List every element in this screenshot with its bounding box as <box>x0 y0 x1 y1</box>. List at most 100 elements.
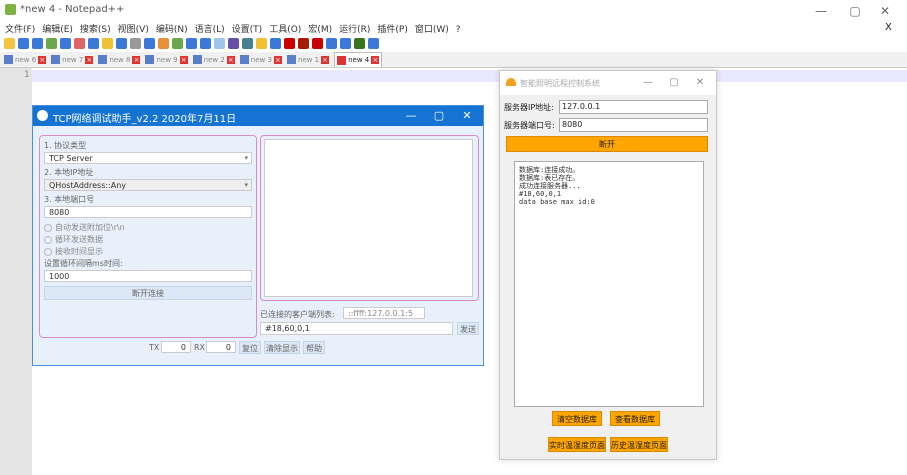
menu-item[interactable]: 运行(R) <box>339 25 370 35</box>
help-button[interactable]: 帮助 <box>303 341 325 354</box>
tab-new-3[interactable]: new 3 × <box>239 52 282 67</box>
toolbar-icon[interactable] <box>298 38 309 49</box>
minimize-button[interactable]: — <box>806 0 836 22</box>
tab-close-icon[interactable]: × <box>179 55 188 64</box>
local-ip-select[interactable]: QHostAddress::Any <box>44 179 252 191</box>
toolbar-icon[interactable] <box>32 38 43 49</box>
tab-new-8[interactable]: new 8 × <box>98 52 141 67</box>
menu-item[interactable]: 窗口(W) <box>415 25 449 35</box>
toolbar-icon[interactable] <box>60 38 71 49</box>
menu-item[interactable]: 编码(N) <box>156 25 188 35</box>
tcp-app-icon <box>37 110 48 121</box>
loop-send-checkbox[interactable]: 循环发送数据 <box>44 234 103 245</box>
toolbar-icon[interactable] <box>172 38 183 49</box>
tab-new-6[interactable]: new 6 × <box>4 52 47 67</box>
menu-item[interactable]: 语言(L) <box>195 25 225 35</box>
send-button[interactable]: 发送 <box>457 322 479 335</box>
menu-item[interactable]: 搜索(S) <box>80 25 111 35</box>
toolbar-icon[interactable] <box>270 38 281 49</box>
tx-counter: 0 <box>161 341 191 353</box>
menu-item[interactable]: 视图(V) <box>118 25 149 35</box>
server-port-input[interactable]: 8080 <box>559 118 708 132</box>
window-title: *new 4 - Notepad++ <box>20 4 125 15</box>
clear-database-button[interactable]: 清空数据库 <box>552 411 602 426</box>
toolbar-icon[interactable] <box>74 38 85 49</box>
disconnect-button[interactable]: 断开连接 <box>44 286 252 300</box>
menu-item[interactable]: 编辑(E) <box>42 25 73 35</box>
toolbar-icon[interactable] <box>102 38 113 49</box>
toolbar-icon[interactable] <box>284 38 295 49</box>
rc-disconnect-button[interactable]: 断开 <box>506 136 708 152</box>
rc-log-box[interactable]: 数据库:连接成功。 数据库:表已存在。 成功连接服务器... #18,60,0,1 da… <box>514 161 704 407</box>
protocol-select[interactable]: TCP Server <box>44 152 252 164</box>
rc-maximize-button[interactable]: ▢ <box>660 71 688 95</box>
tab-close-icon[interactable]: × <box>273 55 282 64</box>
server-ip-input[interactable]: 127.0.0.1 <box>559 100 708 114</box>
menu-item[interactable]: 宏(M) <box>308 25 332 35</box>
tab-close-icon[interactable]: × <box>132 55 141 64</box>
toolbar-icon[interactable] <box>130 38 141 49</box>
toolbar-icon[interactable] <box>312 38 323 49</box>
toolbar-icon[interactable] <box>4 38 15 49</box>
tab-new-4[interactable]: new 4 × <box>334 52 383 67</box>
toolbar-icon[interactable] <box>186 38 197 49</box>
realtime-page-button[interactable]: 实时温湿度页面 <box>548 437 606 452</box>
toolbar-icon[interactable] <box>18 38 29 49</box>
tab-close-icon[interactable]: × <box>321 55 330 64</box>
tab-close-icon[interactable]: × <box>38 55 47 64</box>
local-port-input[interactable]: 8080 <box>44 206 252 218</box>
toolbar-icon[interactable] <box>368 38 379 49</box>
receive-textarea[interactable] <box>264 139 473 297</box>
menu-item[interactable]: ? <box>456 25 461 35</box>
toolbar-icon[interactable] <box>256 38 267 49</box>
rc-minimize-button[interactable]: — <box>634 71 662 95</box>
file-icon <box>51 55 61 64</box>
toolbar-icon[interactable] <box>46 38 57 49</box>
tab-close-icon[interactable]: × <box>85 55 94 64</box>
notepad-app-icon <box>5 4 16 15</box>
toolbar-icon[interactable] <box>214 38 225 49</box>
reset-button[interactable]: 复位 <box>239 341 261 354</box>
auto-newline-label: 自动发送附加位\r\n <box>55 223 125 232</box>
tab-new-7[interactable]: new 7 × <box>51 52 94 67</box>
toolbar-icon[interactable] <box>228 38 239 49</box>
toolbar-icon[interactable] <box>354 38 365 49</box>
menu-item[interactable]: 文件(F) <box>5 25 35 35</box>
history-page-button[interactable]: 历史温湿度页面 <box>610 437 668 452</box>
toolbar-icon[interactable] <box>88 38 99 49</box>
loop-interval-input[interactable]: 1000 <box>44 270 252 282</box>
close-document-button[interactable]: X <box>885 22 892 33</box>
toolbar-icon[interactable] <box>326 38 337 49</box>
tcp-minimize-button[interactable]: — <box>397 106 425 126</box>
toolbar-icon[interactable] <box>116 38 127 49</box>
clear-display-button[interactable]: 清除显示 <box>264 341 300 354</box>
tab-close-icon[interactable]: × <box>226 55 235 64</box>
rc-close-button[interactable]: ✕ <box>686 71 714 95</box>
toolbar-icon[interactable] <box>242 38 253 49</box>
menu-item[interactable]: 设置(T) <box>232 25 263 35</box>
send-input[interactable]: #18,60,0,1 <box>260 322 453 335</box>
maximize-button[interactable]: ▢ <box>840 0 870 22</box>
local-port-label: 3. 本地端口号 <box>44 195 95 204</box>
menu-item[interactable]: 插件(P) <box>377 25 407 35</box>
toolbar-icon[interactable] <box>200 38 211 49</box>
tcp-maximize-button[interactable]: ▢ <box>425 106 453 126</box>
close-button[interactable]: ✕ <box>870 0 900 22</box>
log-line: 数据库:表已存在。 <box>519 174 580 182</box>
view-database-button[interactable]: 查看数据库 <box>610 411 660 426</box>
toolbar-icon[interactable] <box>144 38 155 49</box>
rx-counter: 0 <box>206 341 236 353</box>
clients-list[interactable]: ::ffff:127.0.0.1:5 <box>343 307 425 319</box>
rc-title-bar: 智能照明远程控制系统 — ▢ ✕ <box>500 71 716 95</box>
tab-new-1[interactable]: new 1 × <box>286 52 330 67</box>
tab-close-icon[interactable]: × <box>371 56 380 64</box>
menu-item[interactable]: 工具(O) <box>269 25 301 35</box>
toolbar-icon[interactable] <box>158 38 169 49</box>
tcp-close-button[interactable]: ✕ <box>453 106 481 126</box>
tab-new-9[interactable]: new 9 × <box>145 52 188 67</box>
toolbar-icon[interactable] <box>340 38 351 49</box>
loop-interval-label: 设置循环间隔ms时间: <box>44 259 123 268</box>
tab-new-2[interactable]: new 2 × <box>192 52 235 67</box>
auto-newline-checkbox[interactable]: 自动发送附加位\r\n <box>44 222 125 233</box>
recv-time-checkbox[interactable]: 接收时间显示 <box>44 246 103 257</box>
